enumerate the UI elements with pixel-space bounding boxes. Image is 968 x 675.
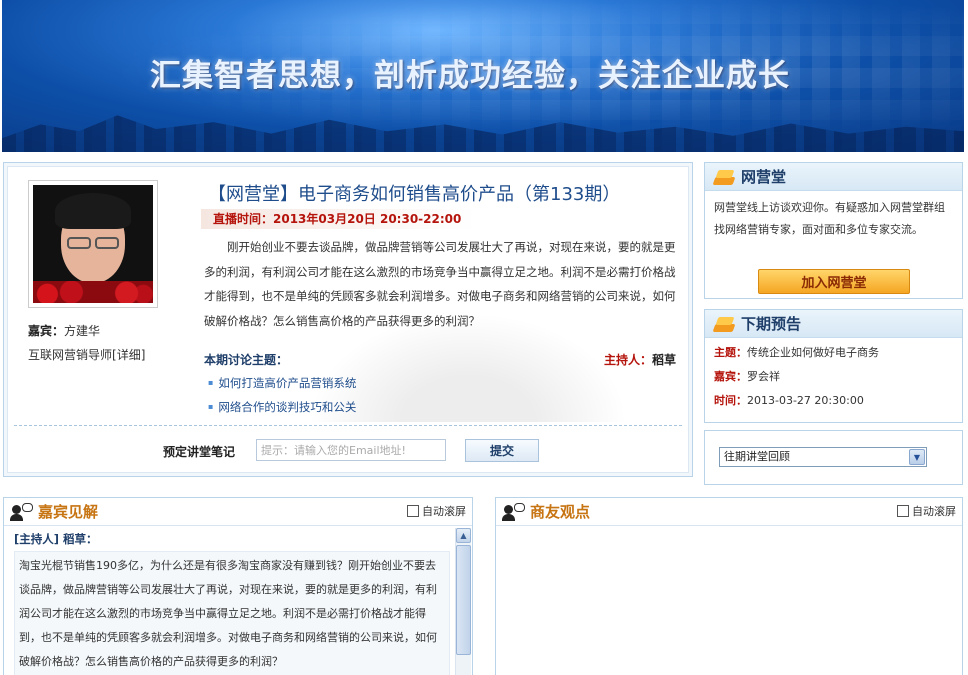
chat-person-icon	[502, 503, 526, 523]
peer-views-header: 商友观点 自动滚屏	[496, 498, 962, 526]
autoscroll-checkbox[interactable]	[897, 505, 909, 517]
join-button[interactable]: 加入网营堂	[758, 269, 910, 294]
message-list: [主持人] 稻草： 淘宝光棍节销售190多亿，为什么还是有很多淘宝商家没有赚到钱…	[4, 526, 472, 675]
peer-views-panel: 商友观点 自动滚屏	[495, 497, 963, 675]
host-name: 稻草	[651, 353, 676, 367]
chevron-down-icon[interactable]: ▼	[909, 449, 925, 465]
guest-name-line: 嘉宾：方建华	[28, 322, 100, 339]
header-banner: 汇集智者思想，剖析成功经验，关注企业成长	[2, 0, 964, 152]
autoscroll-label: 自动滚屏	[422, 505, 466, 518]
next-time-label: 时间：	[714, 394, 747, 407]
next-preview-title: 下期预告	[741, 315, 802, 333]
guest-portrait	[33, 185, 153, 303]
note-label: 预定讲堂笔记	[163, 445, 236, 459]
scrollbar-thumb[interactable]	[456, 545, 471, 655]
peer-views-title: 商友观点	[530, 503, 591, 521]
autoscroll-checkbox[interactable]	[407, 505, 419, 517]
discussion-topic-item[interactable]: 如何打造高价产品营销系统	[208, 371, 356, 395]
stack-icon	[712, 167, 736, 187]
autoscroll-toggle[interactable]: 自动滚屏	[407, 498, 466, 526]
review-box: 往期讲堂回顾 ▼	[704, 430, 963, 485]
next-preview-header: 下期预告	[705, 310, 962, 338]
review-selected-value: 往期讲堂回顾	[724, 450, 790, 463]
guest-role: 互联网营销导师	[28, 348, 113, 362]
guest-label: 嘉宾：	[28, 324, 65, 338]
intro-text: 网营堂线上访谈欢迎你。有疑惑加入网营堂群组找网络营销专家，面对面和多位专家交流。	[714, 201, 945, 236]
host-label: 主持人：	[603, 353, 652, 367]
message-body: 淘宝光棍节销售190多亿，为什么还是有很多淘宝商家没有赚到钱？刚开始创业不要去谈…	[14, 551, 450, 675]
next-preview-list: 主题：传统企业如何做好电子商务 嘉宾：罗会祥 时间：2013-03-27 20:…	[705, 338, 962, 413]
autoscroll-label: 自动滚屏	[912, 505, 956, 518]
next-guest-label: 嘉宾：	[714, 370, 747, 383]
session-card: 嘉宾：方建华 互联网营销导师[详细] 【网营堂】电子商务如何销售高价产品（第13…	[3, 162, 693, 477]
discussion-topic-item[interactable]: 网络合作的谈判技巧和公关	[208, 395, 356, 419]
next-topic-label: 主题：	[714, 346, 747, 359]
scrollbar[interactable]: ▲	[455, 528, 471, 675]
chat-person-icon	[10, 503, 34, 523]
session-description: 刚开始创业不要去谈品牌，做品牌营销等公司发展壮大了再说，对现在来说，要的就是更多…	[204, 240, 676, 328]
discussion-heading: 本期讨论主题：	[204, 353, 289, 367]
session-title: 【网营堂】电子商务如何销售高价产品（第133期）	[208, 184, 621, 205]
next-preview-box: 下期预告 主题：传统企业如何做好电子商务 嘉宾：罗会祥 时间：2013-03-2…	[704, 309, 963, 423]
intro-header: 网营堂	[705, 163, 962, 191]
host-line: 主持人：稻草	[604, 351, 676, 368]
autoscroll-toggle[interactable]: 自动滚屏	[897, 498, 956, 526]
live-time: 直播时间：2013年03月20日 20:30-22:00	[201, 209, 476, 229]
next-topic-row: 主题：传统企业如何做好电子商务	[705, 341, 962, 365]
guest-detail-link[interactable]: [详细]	[112, 348, 145, 362]
next-topic: 传统企业如何做好电子商务	[747, 346, 879, 359]
guest-photo[interactable]	[28, 180, 158, 308]
banner-slogan: 汇集智者思想，剖析成功经验，关注企业成长	[150, 58, 790, 94]
up-arrow-icon[interactable]: ▲	[456, 528, 471, 543]
next-time: 2013-03-27 20:30:00	[747, 394, 864, 407]
session-card-inner: 嘉宾：方建华 互联网营销导师[详细] 【网营堂】电子商务如何销售高价产品（第13…	[7, 166, 689, 473]
next-time-row: 时间：2013-03-27 20:30:00	[705, 389, 962, 413]
submit-button[interactable]: 提交	[465, 439, 539, 462]
intro-title: 网营堂	[741, 168, 787, 186]
message-author: [主持人] 稻草：	[14, 532, 98, 546]
guest-name: 方建华	[64, 324, 101, 338]
intro-box: 网营堂 网营堂线上访谈欢迎你。有疑惑加入网营堂群组找网络营销专家，面对面和多位专…	[704, 162, 963, 299]
divider	[14, 425, 682, 426]
guest-views-title: 嘉宾见解	[38, 503, 99, 521]
guest-title-line: 互联网营销导师[详细]	[28, 346, 145, 363]
guest-views-panel: 嘉宾见解 自动滚屏 [主持人] 稻草： 淘宝光棍节销售190多亿，为什么还是有很…	[3, 497, 473, 675]
stack-icon	[712, 314, 736, 334]
review-select[interactable]: 往期讲堂回顾 ▼	[719, 447, 927, 467]
next-guest: 罗会祥	[747, 370, 780, 383]
next-guest-row: 嘉宾：罗会祥	[705, 365, 962, 389]
page: 汇集智者思想，剖析成功经验，关注企业成长 嘉宾：方建华 互联网营销导师[详细] …	[0, 0, 968, 675]
guest-views-header: 嘉宾见解 自动滚屏	[4, 498, 472, 526]
email-field[interactable]	[256, 439, 446, 461]
discussion-topics: 如何打造高价产品营销系统 网络合作的谈判技巧和公关	[208, 371, 356, 419]
